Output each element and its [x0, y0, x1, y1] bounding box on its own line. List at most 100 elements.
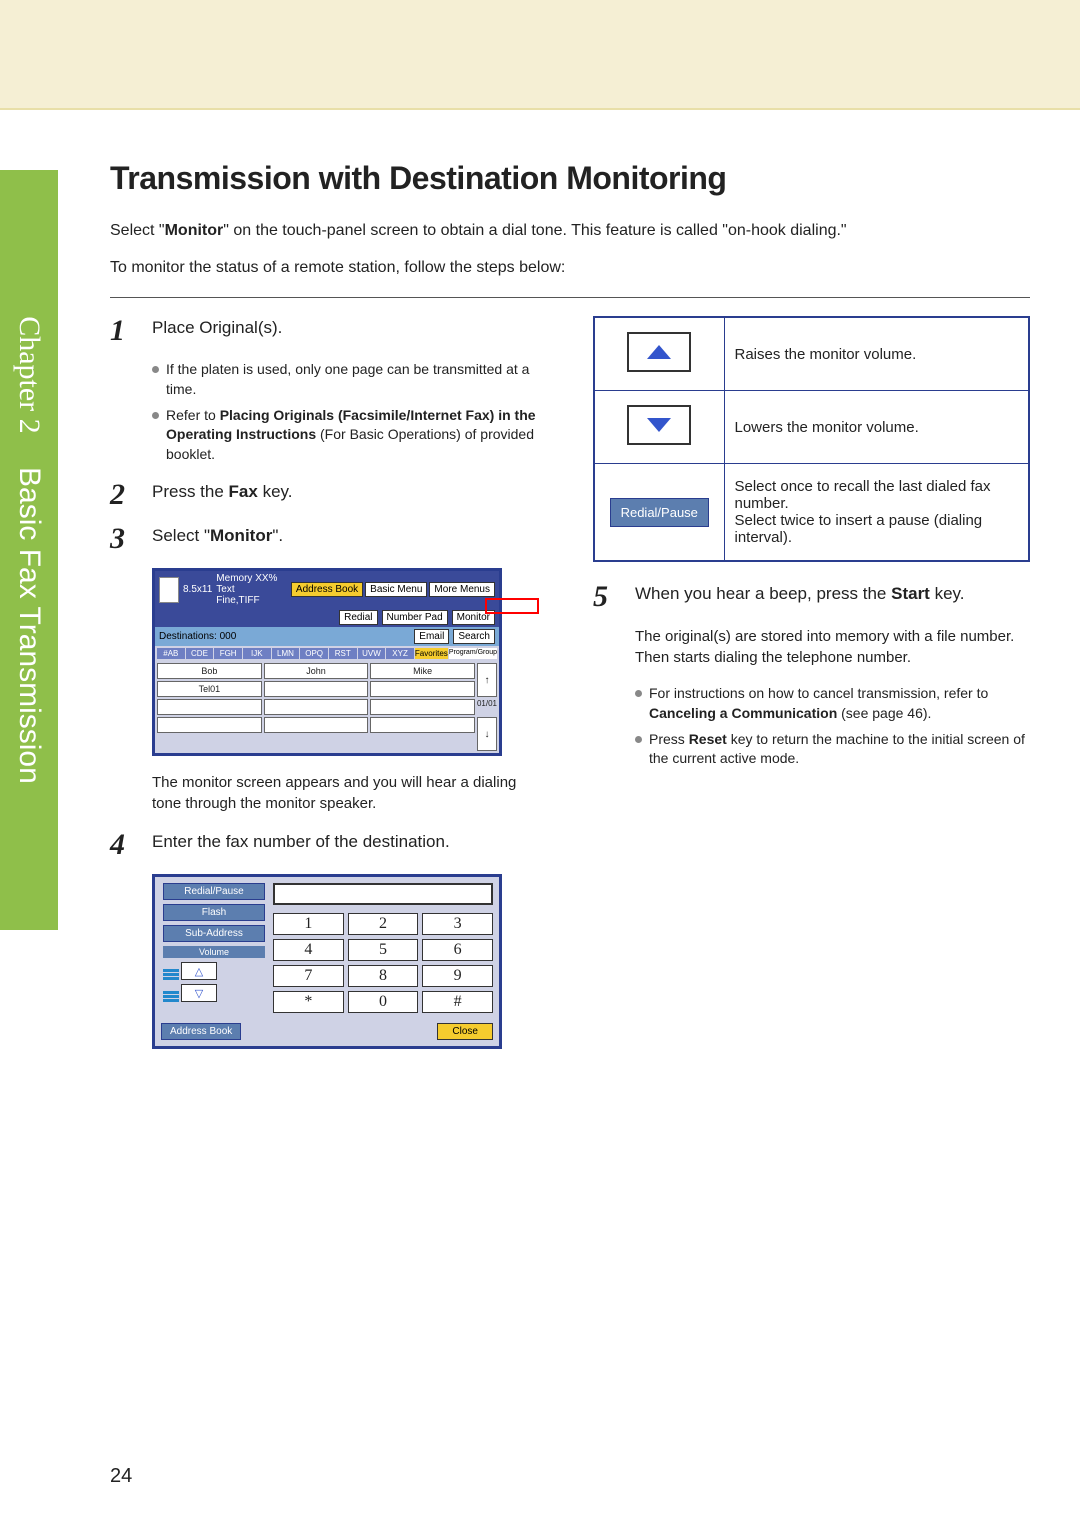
- address-book-button[interactable]: Address Book: [291, 582, 363, 597]
- monitor-highlight: [485, 598, 539, 614]
- step-2-title: Press the Fax key.: [152, 480, 547, 510]
- step-number-3: 3: [110, 524, 136, 554]
- step-number-5: 5: [593, 582, 619, 612]
- tab-rst[interactable]: RST: [329, 648, 357, 659]
- page-header-band: [0, 0, 1080, 110]
- page-indicator: 01/01: [477, 699, 497, 715]
- contact-empty-7[interactable]: [264, 717, 369, 733]
- contact-bob[interactable]: Bob: [157, 663, 262, 679]
- scroll-down-icon[interactable]: ↓: [477, 717, 497, 751]
- step-3-after-text: The monitor screen appears and you will …: [152, 772, 547, 814]
- tab-ijk[interactable]: IJK: [243, 648, 271, 659]
- tab-uvw[interactable]: UVW: [358, 648, 386, 659]
- key-8[interactable]: 8: [348, 965, 419, 987]
- volume-up-icon[interactable]: [627, 332, 691, 372]
- key-9[interactable]: 9: [422, 965, 493, 987]
- step-number-4: 4: [110, 830, 136, 860]
- volume-label: Volume: [163, 946, 265, 958]
- step-number-2: 2: [110, 480, 136, 510]
- divider: [110, 297, 1030, 298]
- key-5[interactable]: 5: [348, 939, 419, 961]
- sub-address-button[interactable]: Sub-Address: [163, 925, 265, 942]
- key-2[interactable]: 2: [348, 913, 419, 935]
- redial-pause-icon-button[interactable]: Redial/Pause: [610, 498, 709, 527]
- step-1-title: Place Original(s).: [152, 316, 547, 346]
- step-3-title: Select "Monitor".: [152, 524, 547, 554]
- volume-up-button[interactable]: △: [181, 962, 217, 980]
- chapter-subtitle: Basic Fax Transmission: [13, 467, 46, 784]
- tab-fgh[interactable]: FGH: [214, 648, 242, 659]
- status-memory: Memory XX%: [216, 573, 287, 584]
- document-icon: [159, 577, 179, 603]
- key-3[interactable]: 3: [422, 913, 493, 935]
- tab-favorites[interactable]: Favorites: [415, 648, 448, 659]
- flash-button[interactable]: Flash: [163, 904, 265, 921]
- contact-empty-1[interactable]: [264, 681, 369, 697]
- dialpad-close-button[interactable]: Close: [437, 1023, 493, 1040]
- search-button[interactable]: Search: [453, 629, 495, 644]
- step-5-subtext: The original(s) are stored into memory w…: [635, 626, 1030, 668]
- step-1-bullet-1: If the platen is used, only one page can…: [152, 360, 547, 399]
- address-book-screenshot: 8.5x11 Memory XX% Text Fine,TIFF Address…: [152, 568, 547, 756]
- step-5-bullet-1: For instructions on how to cancel transm…: [635, 684, 1030, 723]
- step-4-title: Enter the fax number of the destination.: [152, 830, 547, 860]
- status-fine: Fine,TIFF: [216, 595, 287, 606]
- contact-empty-8[interactable]: [370, 717, 475, 733]
- key-star[interactable]: *: [273, 991, 344, 1013]
- destinations-label: Destinations: 000: [159, 631, 236, 642]
- page-number: 24: [110, 1465, 132, 1488]
- redial-button[interactable]: Redial: [339, 610, 377, 625]
- left-column: 1 Place Original(s). If the platen is us…: [110, 316, 547, 1065]
- tab-xyz[interactable]: XYZ: [386, 648, 414, 659]
- contact-john[interactable]: John: [264, 663, 369, 679]
- step-5-bullet-2: Press Reset key to return the machine to…: [635, 730, 1030, 769]
- volume-down-button[interactable]: ▽: [181, 984, 217, 1002]
- dialpad-screenshot: Redial/Pause Flash Sub-Address Volume △: [152, 874, 547, 1049]
- contact-empty-2[interactable]: [370, 681, 475, 697]
- key-1[interactable]: 1: [273, 913, 344, 935]
- step-1-bullet-2: Refer to Placing Originals (Facsimile/In…: [152, 406, 547, 465]
- chapter-label: Chapter 2: [13, 316, 46, 433]
- step-number-1: 1: [110, 316, 136, 346]
- contact-empty-6[interactable]: [157, 717, 262, 733]
- key-hash[interactable]: #: [422, 991, 493, 1013]
- more-menus-button[interactable]: More Menus: [429, 582, 495, 597]
- email-button[interactable]: Email: [414, 629, 449, 644]
- volume-down-icon[interactable]: [627, 405, 691, 445]
- contact-empty-4[interactable]: [264, 699, 369, 715]
- dial-display: [273, 883, 493, 905]
- tab-cde[interactable]: CDE: [186, 648, 214, 659]
- key-6[interactable]: 6: [422, 939, 493, 961]
- volume-controls-table: Raises the monitor volume. Lowers the mo…: [593, 316, 1030, 562]
- intro-paragraph-1: Select "Monitor" on the touch-panel scre…: [110, 219, 1030, 242]
- volume-bars-icon: [163, 962, 179, 980]
- step-5-title: When you hear a beep, press the Start ke…: [635, 582, 1030, 612]
- volume-bars-icon-2: [163, 984, 179, 1002]
- redial-pause-desc: Select once to recall the last dialed fa…: [724, 464, 1029, 562]
- tab-lmn[interactable]: LMN: [272, 648, 300, 659]
- page-title: Transmission with Destination Monitoring: [110, 160, 1030, 197]
- scroll-up-icon[interactable]: ↑: [477, 663, 497, 697]
- volume-down-desc: Lowers the monitor volume.: [724, 391, 1029, 464]
- number-pad-button[interactable]: Number Pad: [382, 610, 448, 625]
- chapter-side-tab: Chapter 2 Basic Fax Transmission: [0, 170, 58, 930]
- contact-mike[interactable]: Mike: [370, 663, 475, 679]
- redial-pause-button[interactable]: Redial/Pause: [163, 883, 265, 900]
- status-text: Text: [216, 584, 287, 595]
- tab-program-group[interactable]: Program/Group: [449, 648, 497, 659]
- alpha-tabs: #AB CDE FGH IJK LMN OPQ RST UVW XYZ Favo…: [155, 646, 499, 661]
- key-7[interactable]: 7: [273, 965, 344, 987]
- status-size: 8.5x11: [183, 584, 212, 595]
- intro-paragraph-2: To monitor the status of a remote statio…: [110, 256, 1030, 279]
- right-column: Raises the monitor volume. Lowers the mo…: [593, 316, 1030, 1065]
- key-4[interactable]: 4: [273, 939, 344, 961]
- volume-up-desc: Raises the monitor volume.: [724, 317, 1029, 391]
- contact-empty-3[interactable]: [157, 699, 262, 715]
- tab-opq[interactable]: OPQ: [300, 648, 328, 659]
- key-0[interactable]: 0: [348, 991, 419, 1013]
- contact-tel01[interactable]: Tel01: [157, 681, 262, 697]
- dialpad-address-book-button[interactable]: Address Book: [161, 1023, 241, 1040]
- basic-menu-button[interactable]: Basic Menu: [365, 582, 427, 597]
- tab-ab[interactable]: #AB: [157, 648, 185, 659]
- contact-empty-5[interactable]: [370, 699, 475, 715]
